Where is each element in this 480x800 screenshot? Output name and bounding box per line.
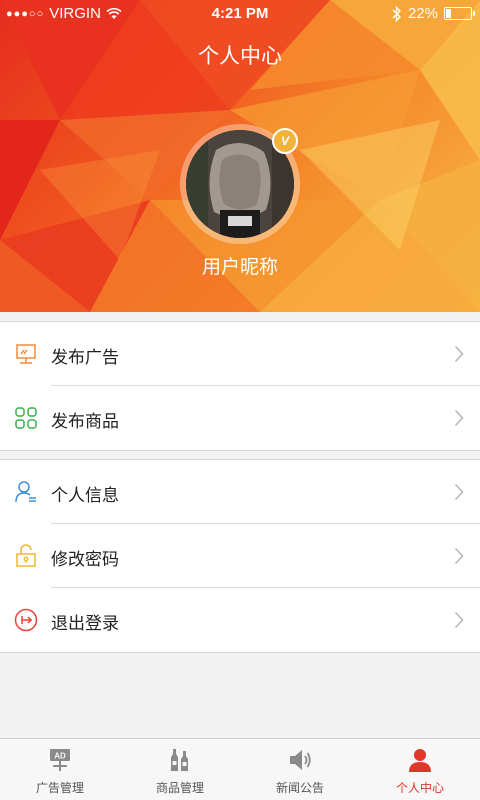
battery-percent: 22% xyxy=(407,5,438,22)
menu-group-publish: 发布广告 发布商品 xyxy=(0,321,480,451)
bottles-icon xyxy=(171,749,188,771)
ad-icon: AD xyxy=(50,749,70,771)
profile-header: ●●●○○ VIRGIN 4:21 PM 22% 个人中心 V 用户昵称 xyxy=(0,0,480,312)
menu-item-change-password[interactable]: 修改密码 xyxy=(0,524,480,588)
menu-group-account: 个人信息 修改密码 退出登录 xyxy=(0,459,480,653)
chevron-right-icon xyxy=(454,483,464,501)
lock-icon xyxy=(16,544,36,567)
vip-badge-text: V xyxy=(280,134,289,148)
tab-label: 广告管理 xyxy=(35,781,84,795)
tab-label: 个人中心 xyxy=(395,781,444,795)
user-info-icon xyxy=(15,481,36,503)
menu-item-label: 修改密码 xyxy=(51,550,119,569)
page-title: 个人中心 xyxy=(198,45,282,68)
grid-apps-icon xyxy=(15,407,37,429)
chevron-right-icon xyxy=(454,345,464,363)
tab-personal-center[interactable]: 个人中心 xyxy=(360,739,480,800)
menu-item-logout[interactable]: 退出登录 xyxy=(0,588,480,652)
user-nickname[interactable]: 用户昵称 xyxy=(0,252,480,279)
chevron-right-icon xyxy=(454,547,464,565)
logout-icon xyxy=(14,608,38,632)
tab-goods-management[interactable]: 商品管理 xyxy=(120,739,240,800)
status-bar: ●●●○○ VIRGIN 4:21 PM 22% xyxy=(0,0,480,28)
menu-item-publish-ad[interactable]: 发布广告 xyxy=(0,322,480,386)
battery-fill xyxy=(446,9,451,18)
menu-item-personal-info[interactable]: 个人信息 xyxy=(0,460,480,524)
menu-item-label: 退出登录 xyxy=(51,614,119,633)
menu-item-label: 发布商品 xyxy=(51,412,119,431)
chevron-right-icon xyxy=(454,409,464,427)
bluetooth-icon xyxy=(392,5,401,22)
bottom-tab-bar: AD 广告管理 商品管理 新闻公告 个人中心 xyxy=(0,738,480,800)
speaker-icon xyxy=(290,750,311,770)
chevron-right-icon xyxy=(454,611,464,629)
menu-item-label: 个人信息 xyxy=(51,486,119,505)
menu-item-publish-goods[interactable]: 发布商品 xyxy=(0,386,480,450)
status-right: 22% xyxy=(392,5,475,22)
vip-badge-icon: V xyxy=(272,128,298,154)
tab-ad-management[interactable]: AD 广告管理 xyxy=(0,739,120,800)
svg-text:AD: AD xyxy=(54,752,66,761)
ad-board-icon xyxy=(16,344,36,364)
tab-label: 商品管理 xyxy=(155,781,204,795)
menu-item-label: 发布广告 xyxy=(51,348,119,367)
page: ●●●○○ VIRGIN 4:21 PM 22% 个人中心 V 用户昵称 发布广… xyxy=(0,0,480,800)
battery-icon xyxy=(444,7,475,20)
tab-label: 新闻公告 xyxy=(275,781,324,795)
tab-news-announcements[interactable]: 新闻公告 xyxy=(240,739,360,800)
person-icon xyxy=(409,749,431,772)
